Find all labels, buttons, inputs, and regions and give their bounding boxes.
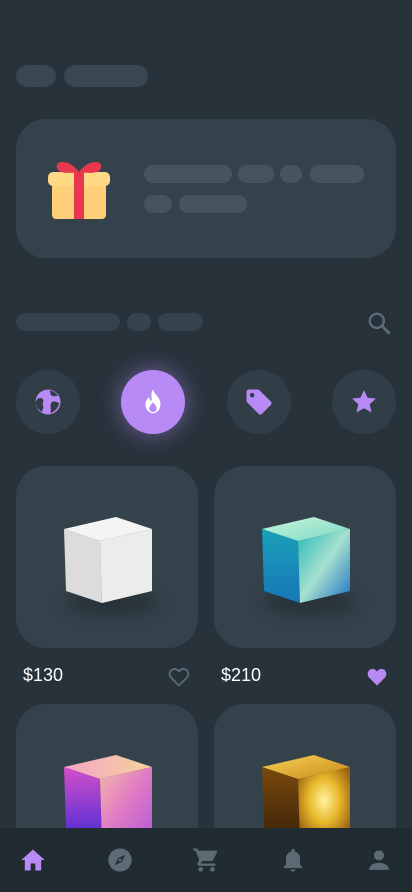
- promo-text-placeholder: [144, 195, 172, 213]
- header-placeholder-long: [64, 65, 148, 87]
- category-favorites[interactable]: [332, 370, 396, 434]
- compass-icon: [107, 848, 132, 872]
- bottom-navigation: [0, 828, 412, 892]
- promo-text-placeholder: [310, 165, 364, 183]
- nav-cart[interactable]: [191, 845, 221, 875]
- category-trending[interactable]: [121, 370, 185, 434]
- product-price: $210: [221, 665, 262, 685]
- promo-text-placeholder: [280, 165, 302, 183]
- search-icon: [368, 312, 391, 335]
- star-icon: [352, 390, 376, 413]
- product-card[interactable]: [16, 466, 198, 648]
- nav-profile[interactable]: [364, 845, 394, 875]
- nav-home[interactable]: [18, 845, 48, 875]
- promo-banner[interactable]: [16, 119, 396, 258]
- holographic-blue-cube-image: [262, 517, 350, 603]
- promo-text-placeholder: [238, 165, 274, 183]
- gift-icon: [48, 161, 110, 219]
- fire-icon: [145, 389, 161, 414]
- heart-filled-icon: [367, 668, 387, 686]
- section-title-placeholder: [16, 313, 120, 331]
- category-global[interactable]: [16, 370, 80, 434]
- home-icon: [21, 849, 45, 871]
- nav-notifications[interactable]: [278, 845, 308, 875]
- section-title-placeholder: [127, 313, 151, 331]
- user-icon: [369, 850, 389, 870]
- favorite-button[interactable]: [166, 664, 192, 690]
- favorite-button[interactable]: [364, 664, 390, 690]
- nav-explore[interactable]: [105, 845, 135, 875]
- product-card[interactable]: [214, 466, 396, 648]
- product-price: $130: [23, 665, 64, 685]
- bell-icon: [283, 848, 302, 872]
- cart-icon: [193, 848, 218, 872]
- tag-icon: [246, 389, 272, 415]
- promo-text-placeholder: [179, 195, 247, 213]
- white-cube-image: [64, 517, 152, 603]
- promo-text-placeholder: [144, 165, 232, 183]
- heart-outline-icon: [168, 668, 190, 687]
- section-title-placeholder: [158, 313, 203, 331]
- search-button[interactable]: [364, 308, 394, 338]
- globe-icon: [35, 389, 61, 415]
- category-deals[interactable]: [227, 370, 291, 434]
- header-placeholder-short: [16, 65, 56, 87]
